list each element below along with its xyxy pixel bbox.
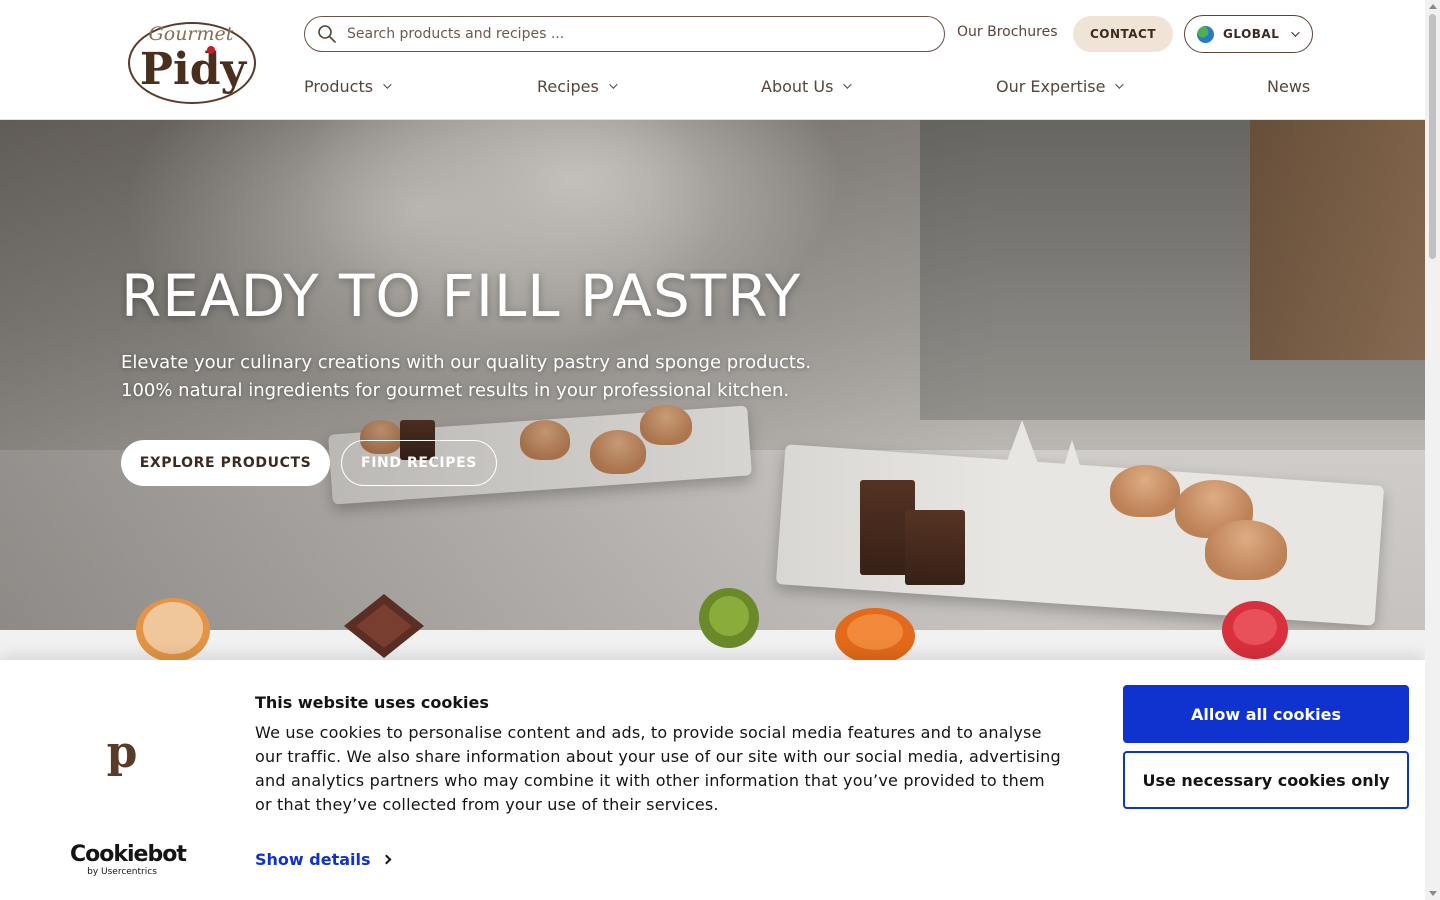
- hero-section: READY TO FILL PASTRY Elevate your culina…: [0, 120, 1425, 630]
- cookiebot-logo[interactable]: Cookiebot by Usercentrics: [70, 842, 187, 878]
- nav-label: News: [1267, 76, 1311, 96]
- our-brochures-link[interactable]: Our Brochures: [957, 24, 1058, 40]
- hero-subtitle-line-1: Elevate your culinary creations with our…: [121, 352, 812, 373]
- cookiebot-byline: by Usercentrics: [87, 867, 157, 877]
- logo-top-word: Gourmet: [149, 23, 234, 45]
- region-selector[interactable]: GLOBAL: [1184, 15, 1313, 53]
- round-tart-shell-image[interactable]: [133, 594, 213, 660]
- search-icon: [318, 25, 336, 43]
- find-recipes-button[interactable]: FIND RECIPES: [341, 440, 497, 486]
- nav-label: Our Expertise: [996, 76, 1106, 96]
- necessary-cookies-only-button[interactable]: Use necessary cookies only: [1123, 751, 1409, 809]
- nav-item-recipes[interactable]: Recipes: [537, 74, 618, 98]
- nav-label: Recipes: [537, 76, 599, 96]
- page-scrollbar[interactable]: [1425, 0, 1440, 900]
- allow-all-cookies-button[interactable]: Allow all cookies: [1123, 685, 1409, 743]
- nav-item-products[interactable]: Products: [304, 74, 392, 98]
- red-flower-shell-image[interactable]: [1220, 598, 1290, 660]
- green-flower-shell-image[interactable]: [694, 585, 764, 651]
- chevron-down-icon: [383, 80, 392, 89]
- chevron-down-icon: [843, 80, 853, 89]
- cookiebot-name: Cookiebot: [70, 842, 187, 867]
- region-label: GLOBAL: [1223, 27, 1280, 41]
- chevron-down-icon: [1291, 28, 1301, 37]
- chevron-right-icon: [381, 854, 391, 865]
- nav-label: About Us: [761, 76, 834, 96]
- cookie-title: This website uses cookies: [255, 693, 489, 712]
- cookie-consent-banner: p This website uses cookies We use cooki…: [0, 660, 1425, 900]
- nav-item-news[interactable]: News: [1267, 74, 1310, 98]
- scroll-down-arrow-icon[interactable]: [1429, 891, 1437, 896]
- gourmet-pidy-logo[interactable]: Gourmet Pidy: [127, 14, 257, 106]
- nav-label: Products: [304, 76, 374, 96]
- show-details-link[interactable]: Show details: [255, 850, 391, 869]
- contact-button[interactable]: CONTACT: [1073, 16, 1173, 52]
- orange-flower-shell-image[interactable]: [832, 602, 918, 660]
- search-bar[interactable]: [304, 16, 945, 52]
- hero-subtitle: Elevate your culinary creations with our…: [121, 349, 841, 405]
- globe-icon: [1197, 25, 1214, 43]
- site-header: Gourmet Pidy Our Brochures CONTACT GLOBA…: [0, 0, 1425, 120]
- nav-item-about-us[interactable]: About Us: [761, 74, 853, 98]
- show-details-label: Show details: [255, 850, 371, 869]
- nav-item-our-expertise[interactable]: Our Expertise: [996, 74, 1125, 98]
- search-input[interactable]: [347, 26, 907, 42]
- brand-mark: p: [106, 727, 138, 778]
- scroll-up-arrow-icon[interactable]: [1429, 4, 1437, 9]
- explore-products-button[interactable]: EXPLORE PRODUCTS: [121, 440, 330, 486]
- chevron-down-icon: [608, 80, 618, 89]
- chevron-down-icon: [1115, 80, 1125, 89]
- hero-title: READY TO FILL PASTRY: [121, 262, 802, 330]
- scrollbar-thumb[interactable]: [1429, 14, 1436, 259]
- logo-main-word: Pidy: [140, 44, 248, 95]
- hero-subtitle-line-2: 100% natural ingredients for gourmet res…: [121, 380, 790, 401]
- cookie-description: We use cookies to personalise content an…: [255, 723, 1061, 814]
- square-chocolate-shell-image[interactable]: [340, 590, 428, 660]
